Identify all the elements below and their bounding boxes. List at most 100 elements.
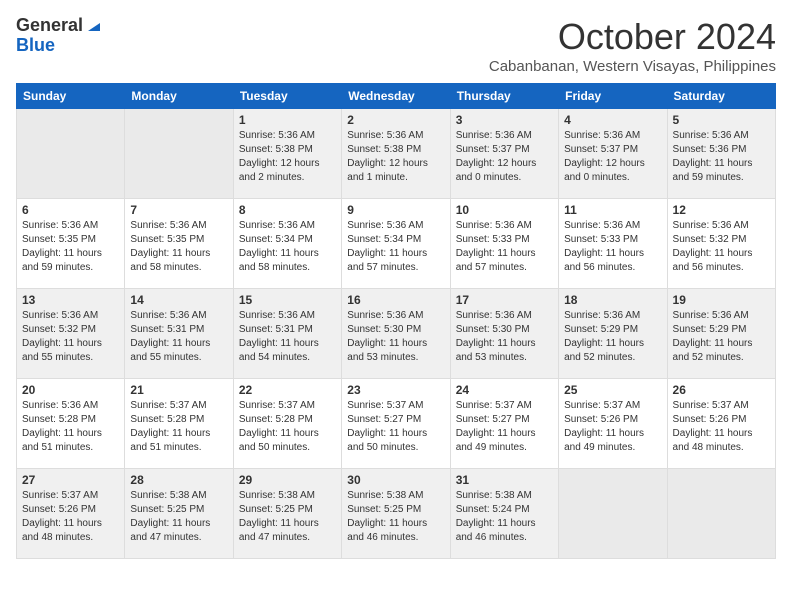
table-row: 31Sunrise: 5:38 AM Sunset: 5:24 PM Dayli… xyxy=(450,469,558,559)
table-row: 8 Sunrise: 5:36 AM Sunset: 5:34 PM Daylig… xyxy=(233,199,341,289)
day-number: 15 xyxy=(239,293,336,307)
day-info: Sunrise: 5:36 AM Sunset: 5:34 PM Dayligh… xyxy=(239,219,336,275)
day-number: 6 xyxy=(22,203,119,217)
day-info: Sunrise: 5:36 AM Sunset: 5:35 PM Dayligh… xyxy=(130,219,227,275)
day-number: 18 xyxy=(564,293,661,307)
logo-blue-text: Blue xyxy=(16,36,55,56)
day-number: 3 xyxy=(456,113,553,127)
calendar-week-row: 13 Sunrise: 5:36 AM Sunset: 5:32 PM Dayli… xyxy=(17,289,776,379)
day-info: Sunrise: 5:38 AM Sunset: 5:25 PM Dayligh… xyxy=(347,489,444,545)
day-info: Sunrise: 5:36 AM Sunset: 5:28 PM Dayligh… xyxy=(22,399,119,455)
day-number: 12 xyxy=(673,203,770,217)
table-row: 23 Sunrise: 5:37 AM Sunset: 5:27 PM Dayli… xyxy=(342,379,450,469)
calendar-week-row: 6 Sunrise: 5:36 AM Sunset: 5:35 PM Daylig… xyxy=(17,199,776,289)
day-number: 21 xyxy=(130,383,227,397)
calendar-week-row: 27Sunrise: 5:37 AM Sunset: 5:26 PM Dayli… xyxy=(17,469,776,559)
table-row: 3Sunrise: 5:36 AM Sunset: 5:37 PM Daylig… xyxy=(450,109,558,199)
table-row: 13 Sunrise: 5:36 AM Sunset: 5:32 PM Dayli… xyxy=(17,289,125,379)
table-row: 26 Sunrise: 5:37 AM Sunset: 5:26 PM Dayli… xyxy=(667,379,775,469)
header-monday: Monday xyxy=(125,84,233,109)
day-info: Sunrise: 5:36 AM Sunset: 5:33 PM Dayligh… xyxy=(456,219,553,275)
day-number: 26 xyxy=(673,383,770,397)
day-info: Sunrise: 5:36 AM Sunset: 5:30 PM Dayligh… xyxy=(347,309,444,365)
table-row: 15 Sunrise: 5:36 AM Sunset: 5:31 PM Dayli… xyxy=(233,289,341,379)
day-number: 29 xyxy=(239,473,336,487)
day-info: Sunrise: 5:36 AM Sunset: 5:30 PM Dayligh… xyxy=(456,309,553,365)
table-row: 16 Sunrise: 5:36 AM Sunset: 5:30 PM Dayli… xyxy=(342,289,450,379)
table-row: 5 Sunrise: 5:36 AM Sunset: 5:36 PM Daylig… xyxy=(667,109,775,199)
day-number: 22 xyxy=(239,383,336,397)
table-row: 19Sunrise: 5:36 AM Sunset: 5:29 PM Dayli… xyxy=(667,289,775,379)
day-info: Sunrise: 5:37 AM Sunset: 5:28 PM Dayligh… xyxy=(130,399,227,455)
day-info: Sunrise: 5:36 AM Sunset: 5:34 PM Dayligh… xyxy=(347,219,444,275)
logo: General Blue xyxy=(16,16,100,56)
day-number: 8 xyxy=(239,203,336,217)
day-info: Sunrise: 5:36 AM Sunset: 5:38 PM Dayligh… xyxy=(347,129,444,185)
day-number: 23 xyxy=(347,383,444,397)
day-number: 24 xyxy=(456,383,553,397)
day-number: 27 xyxy=(22,473,119,487)
day-number: 20 xyxy=(22,383,119,397)
table-row: 22Sunrise: 5:37 AM Sunset: 5:28 PM Dayli… xyxy=(233,379,341,469)
day-info: Sunrise: 5:38 AM Sunset: 5:24 PM Dayligh… xyxy=(456,489,553,545)
day-number: 25 xyxy=(564,383,661,397)
table-row: 24 Sunrise: 5:37 AM Sunset: 5:27 PM Dayli… xyxy=(450,379,558,469)
location-title: Cabanbanan, Western Visayas, Philippines xyxy=(489,58,776,75)
table-row: 4Sunrise: 5:36 AM Sunset: 5:37 PM Daylig… xyxy=(559,109,667,199)
day-info: Sunrise: 5:37 AM Sunset: 5:27 PM Dayligh… xyxy=(347,399,444,455)
calendar-week-row: 20 Sunrise: 5:36 AM Sunset: 5:28 PM Dayli… xyxy=(17,379,776,469)
day-number: 4 xyxy=(564,113,661,127)
day-number: 16 xyxy=(347,293,444,307)
day-info: Sunrise: 5:37 AM Sunset: 5:26 PM Dayligh… xyxy=(564,399,661,455)
table-row: 14Sunrise: 5:36 AM Sunset: 5:31 PM Dayli… xyxy=(125,289,233,379)
day-number: 2 xyxy=(347,113,444,127)
day-info: Sunrise: 5:36 AM Sunset: 5:36 PM Dayligh… xyxy=(673,129,770,185)
day-info: Sunrise: 5:36 AM Sunset: 5:32 PM Dayligh… xyxy=(22,309,119,365)
day-info: Sunrise: 5:36 AM Sunset: 5:31 PM Dayligh… xyxy=(130,309,227,365)
day-number: 28 xyxy=(130,473,227,487)
day-info: Sunrise: 5:36 AM Sunset: 5:38 PM Dayligh… xyxy=(239,129,336,185)
month-title: October 2024 xyxy=(489,16,776,58)
title-section: October 2024 Cabanbanan, Western Visayas… xyxy=(489,16,776,75)
day-info: Sunrise: 5:36 AM Sunset: 5:33 PM Dayligh… xyxy=(564,219,661,275)
table-row: 9 Sunrise: 5:36 AM Sunset: 5:34 PM Daylig… xyxy=(342,199,450,289)
table-row: 17 Sunrise: 5:36 AM Sunset: 5:30 PM Dayli… xyxy=(450,289,558,379)
day-info: Sunrise: 5:37 AM Sunset: 5:26 PM Dayligh… xyxy=(673,399,770,455)
day-number: 13 xyxy=(22,293,119,307)
table-row: 6 Sunrise: 5:36 AM Sunset: 5:35 PM Daylig… xyxy=(17,199,125,289)
table-row: 29 Sunrise: 5:38 AM Sunset: 5:25 PM Dayli… xyxy=(233,469,341,559)
table-row: 25 Sunrise: 5:37 AM Sunset: 5:26 PM Dayli… xyxy=(559,379,667,469)
day-info: Sunrise: 5:36 AM Sunset: 5:31 PM Dayligh… xyxy=(239,309,336,365)
day-info: Sunrise: 5:37 AM Sunset: 5:27 PM Dayligh… xyxy=(456,399,553,455)
header-tuesday: Tuesday xyxy=(233,84,341,109)
table-row xyxy=(667,469,775,559)
calendar-week-row: 1Sunrise: 5:36 AM Sunset: 5:38 PM Daylig… xyxy=(17,109,776,199)
table-row: 20 Sunrise: 5:36 AM Sunset: 5:28 PM Dayli… xyxy=(17,379,125,469)
header-saturday: Saturday xyxy=(667,84,775,109)
table-row xyxy=(125,109,233,199)
header-thursday: Thursday xyxy=(450,84,558,109)
table-row: 28 Sunrise: 5:38 AM Sunset: 5:25 PM Dayli… xyxy=(125,469,233,559)
table-row: 30 Sunrise: 5:38 AM Sunset: 5:25 PM Dayli… xyxy=(342,469,450,559)
day-info: Sunrise: 5:36 AM Sunset: 5:29 PM Dayligh… xyxy=(564,309,661,365)
day-number: 5 xyxy=(673,113,770,127)
table-row: 27Sunrise: 5:37 AM Sunset: 5:26 PM Dayli… xyxy=(17,469,125,559)
header-wednesday: Wednesday xyxy=(342,84,450,109)
day-number: 11 xyxy=(564,203,661,217)
day-info: Sunrise: 5:38 AM Sunset: 5:25 PM Dayligh… xyxy=(239,489,336,545)
header-friday: Friday xyxy=(559,84,667,109)
day-number: 9 xyxy=(347,203,444,217)
table-row: 10Sunrise: 5:36 AM Sunset: 5:33 PM Dayli… xyxy=(450,199,558,289)
table-row: 12 Sunrise: 5:36 AM Sunset: 5:32 PM Dayli… xyxy=(667,199,775,289)
calendar-table: Sunday Monday Tuesday Wednesday Thursday… xyxy=(16,83,776,559)
day-info: Sunrise: 5:36 AM Sunset: 5:29 PM Dayligh… xyxy=(673,309,770,365)
table-row: 7Sunrise: 5:36 AM Sunset: 5:35 PM Daylig… xyxy=(125,199,233,289)
logo-general-text: General xyxy=(16,16,83,36)
day-info: Sunrise: 5:38 AM Sunset: 5:25 PM Dayligh… xyxy=(130,489,227,545)
table-row xyxy=(559,469,667,559)
table-row: 18 Sunrise: 5:36 AM Sunset: 5:29 PM Dayli… xyxy=(559,289,667,379)
day-number: 30 xyxy=(347,473,444,487)
day-info: Sunrise: 5:36 AM Sunset: 5:32 PM Dayligh… xyxy=(673,219,770,275)
day-info: Sunrise: 5:36 AM Sunset: 5:35 PM Dayligh… xyxy=(22,219,119,275)
day-number: 17 xyxy=(456,293,553,307)
